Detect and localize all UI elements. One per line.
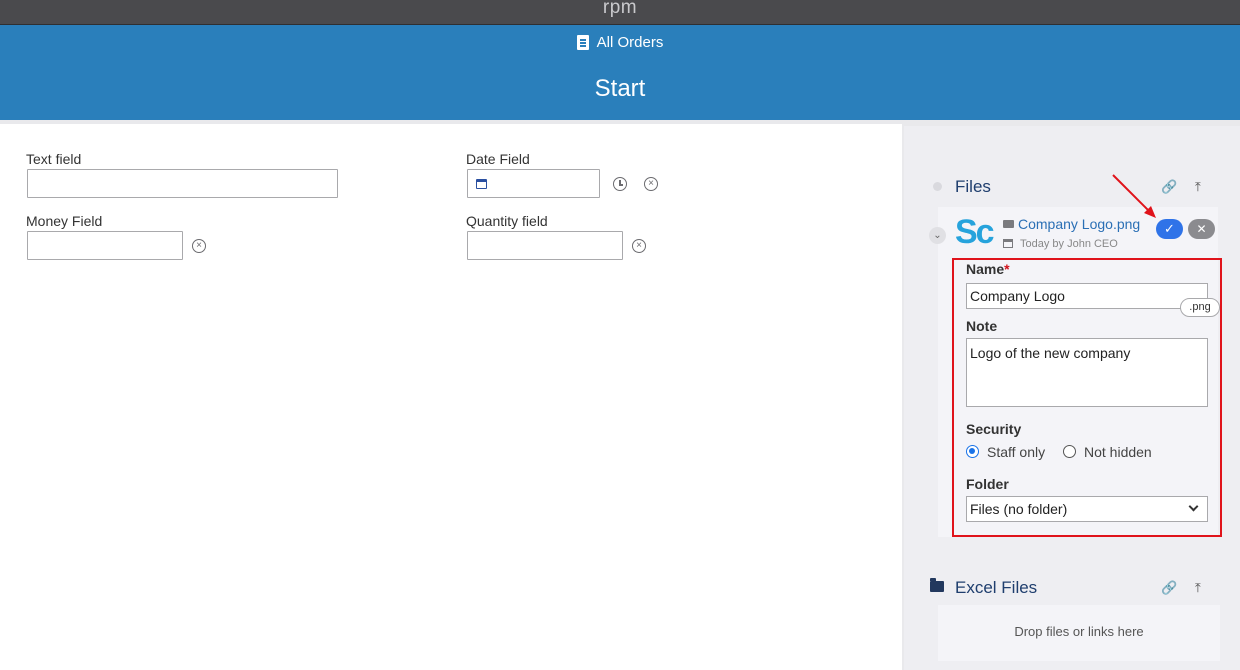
excel-section-title: Excel Files — [955, 578, 1038, 597]
money-field-group: Money Field — [26, 213, 102, 232]
file-name-input[interactable]: Company Logo — [966, 283, 1208, 309]
file-thumbnail: Sc — [955, 213, 995, 251]
app-topbar: rpm — [0, 0, 1240, 25]
money-field-input[interactable] — [27, 231, 183, 260]
text-field-label: Text field — [26, 151, 82, 167]
drop-zone[interactable]: Drop files or links here — [938, 605, 1220, 661]
breadcrumb-label: All Orders — [596, 34, 664, 51]
expand-file-icon[interactable]: ⌄ — [929, 227, 946, 244]
quantity-field-input[interactable] — [467, 231, 623, 260]
breadcrumb: All Orders — [0, 34, 1240, 54]
clock-icon[interactable] — [613, 177, 627, 191]
add-link-icon[interactable]: 🔗 — [1161, 179, 1177, 195]
not-hidden-label[interactable]: Not hidden — [1084, 444, 1152, 460]
quantity-field-label: Quantity field — [466, 213, 548, 229]
text-field-group: Text field — [26, 151, 81, 170]
required-mark: * — [1004, 261, 1010, 277]
comment-icon — [1003, 220, 1014, 228]
breadcrumb-link[interactable]: All Orders — [576, 34, 664, 51]
staff-only-radio[interactable] — [966, 445, 979, 458]
name-label: Name* — [966, 261, 1010, 277]
clear-money-icon[interactable]: × — [192, 239, 206, 253]
extension-badge: .png — [1180, 298, 1220, 317]
clear-date-icon[interactable]: × — [644, 177, 658, 191]
files-section-dot — [933, 182, 942, 191]
files-section-title: Files — [955, 177, 991, 196]
save-file-button[interactable]: ✓ — [1156, 219, 1183, 239]
security-label: Security — [966, 421, 1022, 437]
not-hidden-radio[interactable] — [1063, 445, 1076, 458]
document-icon — [576, 35, 589, 50]
note-textarea[interactable]: Logo of the new company — [966, 338, 1208, 407]
upload-icon[interactable]: ⤒ — [1195, 179, 1201, 195]
date-field-group: Date Field — [466, 151, 530, 170]
note-label: Note — [966, 318, 998, 334]
folder-label: Folder — [966, 476, 1009, 492]
money-field-label: Money Field — [26, 213, 103, 229]
form-area — [0, 124, 902, 670]
cancel-file-button[interactable]: ✕ — [1188, 219, 1215, 239]
folder-select-value: Files (no folder) — [970, 501, 1068, 517]
chevron-down-icon — [1188, 501, 1199, 512]
date-field-label: Date Field — [466, 151, 530, 167]
quantity-field-group: Quantity field — [466, 213, 548, 232]
clear-quantity-icon[interactable]: × — [632, 239, 646, 253]
date-icon — [1003, 239, 1013, 248]
excel-add-link-icon[interactable]: 🔗 — [1161, 580, 1177, 596]
file-meta: Today by John CEO — [1020, 238, 1118, 250]
calendar-icon[interactable] — [476, 179, 487, 189]
page-title: Start — [594, 75, 646, 102]
page-header: All Orders Start — [0, 25, 1240, 120]
folder-select[interactable]: Files (no folder) — [966, 496, 1208, 522]
staff-only-label[interactable]: Staff only — [987, 444, 1045, 460]
rpm-logo: rpm — [602, 0, 638, 18]
excel-upload-icon[interactable]: ⤒ — [1195, 580, 1201, 596]
date-field-input[interactable] — [467, 169, 600, 198]
red-arrow-annotation — [1112, 174, 1156, 218]
folder-icon — [930, 578, 944, 592]
text-field-input[interactable] — [27, 169, 338, 198]
